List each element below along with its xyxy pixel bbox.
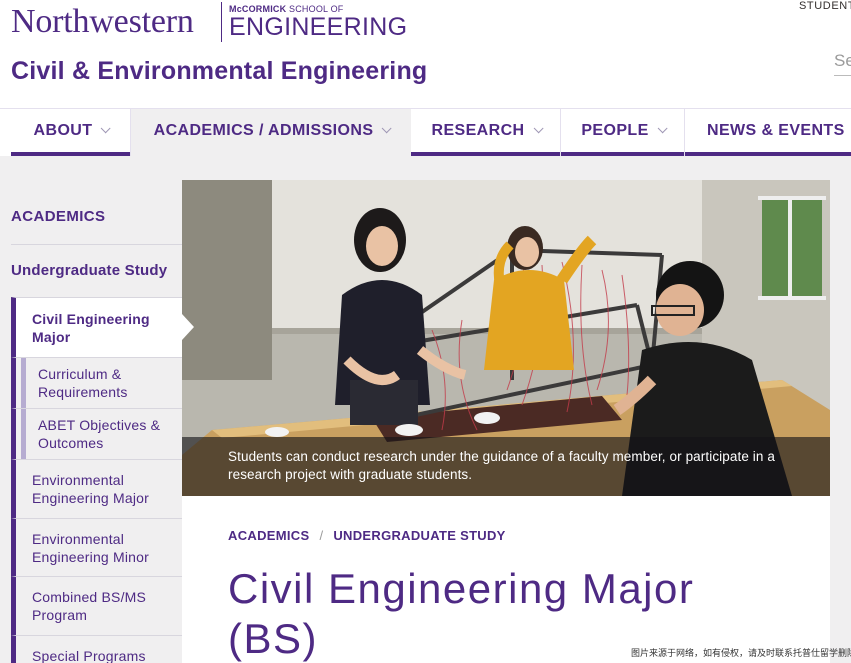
- sidebar-heading[interactable]: ACADEMICS: [11, 208, 105, 225]
- search-input[interactable]: [834, 44, 851, 74]
- chevron-down-icon: [533, 123, 544, 134]
- breadcrumb: ACADEMICS / UNDERGRADUATE STUDY: [228, 528, 506, 543]
- utility-link-students[interactable]: STUDENT: [799, 0, 851, 13]
- main-nav: ABOUT ACADEMICS / ADMISSIONS RESEARCH PE…: [0, 108, 851, 156]
- sidebar-item-undergraduate-study[interactable]: Undergraduate Study: [11, 244, 182, 297]
- nav-item-label: RESEARCH: [431, 121, 525, 139]
- logo-divider: [221, 2, 222, 42]
- breadcrumb-academics[interactable]: ACADEMICS: [228, 528, 309, 543]
- engineering-logo[interactable]: ENGINEERING: [229, 13, 407, 41]
- sidebar-active-pointer: [182, 314, 194, 340]
- nav-item-news-events[interactable]: NEWS & EVENTS: [685, 109, 851, 156]
- site-title[interactable]: Civil & Environmental Engineering: [11, 56, 427, 86]
- sidebar-item-environmental-engineering-major[interactable]: Environmental Engineering Major: [11, 459, 182, 518]
- hero-caption: Students can conduct research under the …: [228, 449, 775, 482]
- main-content: ACADEMICS / UNDERGRADUATE STUDY Civil En…: [182, 496, 830, 663]
- sidebar-item-civil-engineering-major[interactable]: Civil Engineering Major: [11, 297, 182, 357]
- sidebar-item-label: Environmental Engineering Minor: [32, 530, 150, 565]
- sidebar-item-label: Undergraduate Study: [11, 262, 168, 279]
- nav-item-label: PEOPLE: [581, 121, 649, 139]
- sidebar-item-special-programs[interactable]: Special Programs: [11, 635, 182, 663]
- nav-item-label: NEWS & EVENTS: [707, 121, 845, 139]
- chevron-down-icon: [101, 123, 112, 134]
- sidebar-item-abet-objectives[interactable]: ABET Objectives & Outcomes: [11, 408, 182, 459]
- sidebar-item-environmental-engineering-minor[interactable]: Environmental Engineering Minor: [11, 518, 182, 576]
- sidebar-item-curriculum-requirements[interactable]: Curriculum & Requirements: [11, 357, 182, 408]
- sidebar-item-label: Special Programs: [32, 648, 146, 663]
- site-header: Northwestern McCORMICK SCHOOL OF ENGINEE…: [0, 0, 851, 108]
- chevron-down-icon: [382, 123, 392, 134]
- hero-image: Students can conduct research under the …: [182, 180, 830, 496]
- chevron-down-icon: [657, 123, 668, 134]
- sidebar-item-label: Civil Engineering Major: [32, 310, 150, 345]
- nav-item-label: ABOUT: [33, 121, 93, 139]
- sidebar-item-label: Environmental Engineering Major: [32, 472, 150, 506]
- breadcrumb-separator: /: [319, 528, 324, 543]
- nav-item-research[interactable]: RESEARCH: [411, 109, 560, 156]
- breadcrumb-undergraduate-study[interactable]: UNDERGRADUATE STUDY: [333, 528, 505, 543]
- nav-item-label: ACADEMICS / ADMISSIONS: [153, 121, 374, 139]
- image-source-watermark: 图片来源于网络，如有侵权，请及时联系托普仕留学删除: [631, 648, 851, 658]
- nav-item-about[interactable]: ABOUT: [11, 109, 130, 156]
- sidebar-item-label: ABET Objectives & Outcomes: [38, 417, 161, 451]
- sidebar-item-combined-bs-ms[interactable]: Combined BS/MS Program: [11, 576, 182, 635]
- sidebar-item-label: Combined BS/MS Program: [32, 589, 147, 623]
- sidebar-item-label: Curriculum & Requirements: [38, 366, 128, 400]
- search-box[interactable]: [834, 44, 851, 76]
- northwestern-logo[interactable]: Northwestern: [11, 2, 194, 42]
- nav-item-people[interactable]: PEOPLE: [561, 109, 684, 156]
- nav-item-academics-admissions[interactable]: ACADEMICS / ADMISSIONS: [131, 109, 411, 156]
